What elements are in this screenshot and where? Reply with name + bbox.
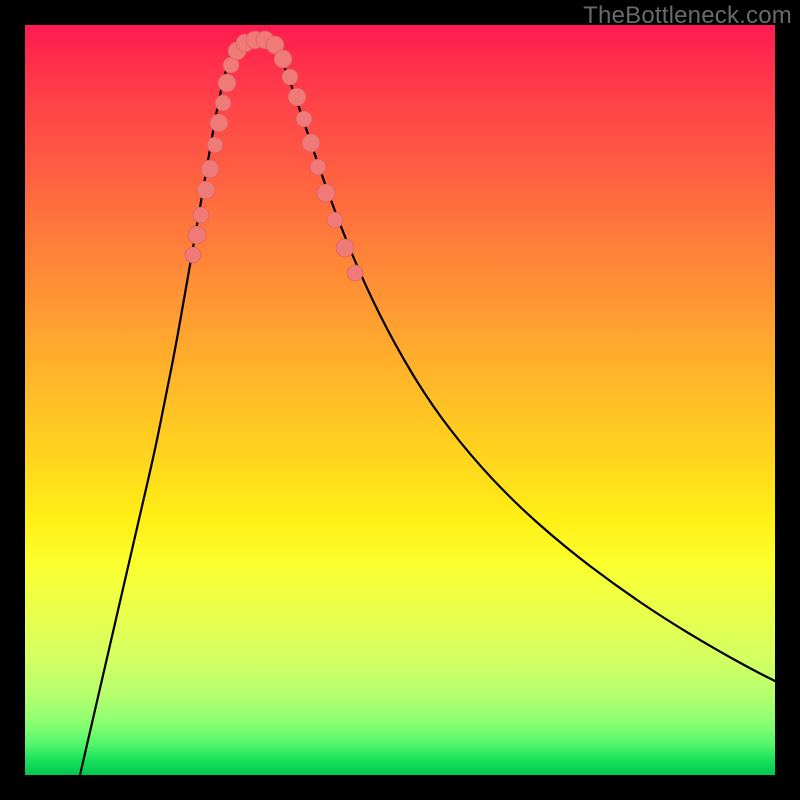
dot-layer (185, 31, 363, 281)
highlight-dot (288, 88, 306, 106)
highlight-dot (296, 111, 312, 127)
highlight-dot (185, 247, 201, 263)
chart-frame: TheBottleneck.com (0, 0, 800, 800)
highlight-dot (215, 95, 231, 111)
highlight-dot (282, 69, 298, 85)
highlight-dot (193, 207, 209, 223)
highlight-dot (336, 239, 354, 257)
highlight-dot (347, 265, 363, 281)
chart-svg (25, 25, 775, 775)
highlight-dot (210, 114, 228, 132)
highlight-dot (310, 159, 326, 175)
plot-area (25, 25, 775, 775)
highlight-dot (274, 50, 292, 68)
curve-layer (80, 39, 775, 775)
highlight-dot (201, 160, 219, 178)
highlight-dot (207, 137, 223, 153)
highlight-dot (327, 212, 343, 228)
highlight-dot (188, 226, 206, 244)
highlight-dot (197, 181, 215, 199)
bottleneck-curve (80, 39, 775, 775)
highlight-dot (218, 74, 236, 92)
highlight-dot (317, 184, 335, 202)
highlight-dot (302, 134, 320, 152)
